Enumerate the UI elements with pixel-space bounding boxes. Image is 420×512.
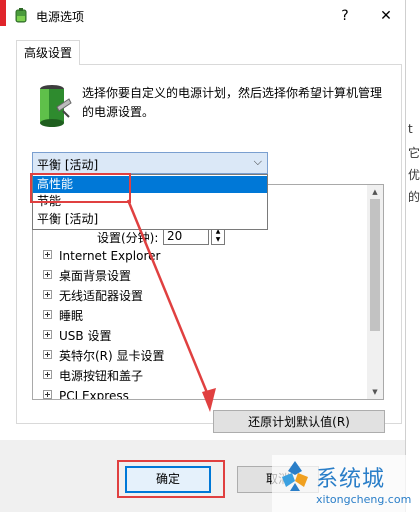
scroll-down-icon[interactable]: ▼ <box>367 385 383 399</box>
tree-item[interactable]: Internet Explorer <box>43 247 160 265</box>
watermark-url: xitongcheng.com <box>316 493 412 506</box>
tree-item[interactable]: 无线适配器设置 <box>43 287 143 305</box>
tree-item[interactable]: 睡眠 <box>43 307 83 325</box>
spin-down-icon[interactable]: ▼ <box>212 236 224 244</box>
plan-select-value: 平衡 [活动] <box>37 158 99 172</box>
window-divider <box>405 0 406 512</box>
watermark-logo-icon <box>282 461 308 491</box>
plan-option-balanced[interactable]: 平衡 [活动] <box>33 211 267 228</box>
plan-description: 选择你要自定义的电源计划，然后选择你希望计算机管理的电源设置。 <box>82 86 383 119</box>
expand-icon[interactable] <box>43 390 52 399</box>
background-text: 优 <box>408 168 420 182</box>
expand-icon[interactable] <box>43 290 52 299</box>
tree-item[interactable]: 桌面背景设置 <box>43 267 131 285</box>
expand-icon[interactable] <box>43 350 52 359</box>
tree-item[interactable]: PCI Express <box>43 387 129 399</box>
tree-item[interactable]: 英特尔(R) 显卡设置 <box>43 347 165 365</box>
restore-defaults-button[interactable]: 还原计划默认值(R) <box>213 410 385 433</box>
scrollbar-thumb[interactable] <box>370 199 380 331</box>
window-title: 电源选项 <box>36 10 85 24</box>
tab-advanced-settings[interactable]: 高级设置 <box>16 40 80 65</box>
expand-icon[interactable] <box>43 310 52 319</box>
expand-icon[interactable] <box>43 370 52 379</box>
minutes-setting-label: 设置(分钟): <box>97 231 159 245</box>
expand-icon[interactable] <box>43 330 52 339</box>
watermark-name: 系统城 <box>316 467 386 492</box>
background-window: t 它 优 的 <box>405 0 420 512</box>
close-button[interactable]: ✕ <box>372 3 400 29</box>
background-text: t <box>408 122 413 136</box>
watermark: 系统城 xitongcheng.com <box>272 455 420 512</box>
scroll-up-icon[interactable]: ▲ <box>367 185 383 199</box>
battery-power-icon <box>40 85 72 127</box>
expand-icon[interactable] <box>43 250 52 259</box>
expand-icon[interactable] <box>43 270 52 279</box>
tree-item[interactable]: USB 设置 <box>43 327 111 345</box>
power-plan-select[interactable]: 平衡 [活动] ⌵ <box>32 152 268 174</box>
background-text: 的 <box>408 190 420 204</box>
tree-scrollbar[interactable]: ▲ ▼ <box>367 185 383 399</box>
tree-item[interactable]: 电源按钮和盖子 <box>43 367 143 385</box>
chevron-down-icon[interactable]: ⌵ <box>254 155 262 169</box>
ok-button[interactable]: 确定 <box>125 466 211 493</box>
power-options-dialog: 电源选项 ? ✕ 高级设置 选择你要自定义的电源计划，然后选择你希望计算机管理的… <box>0 0 405 512</box>
background-text: 它 <box>408 146 420 160</box>
option-highlight-box <box>30 173 131 203</box>
red-edge-mark <box>0 0 6 26</box>
help-button[interactable]: ? <box>333 4 357 28</box>
battery-title-icon <box>15 8 27 23</box>
